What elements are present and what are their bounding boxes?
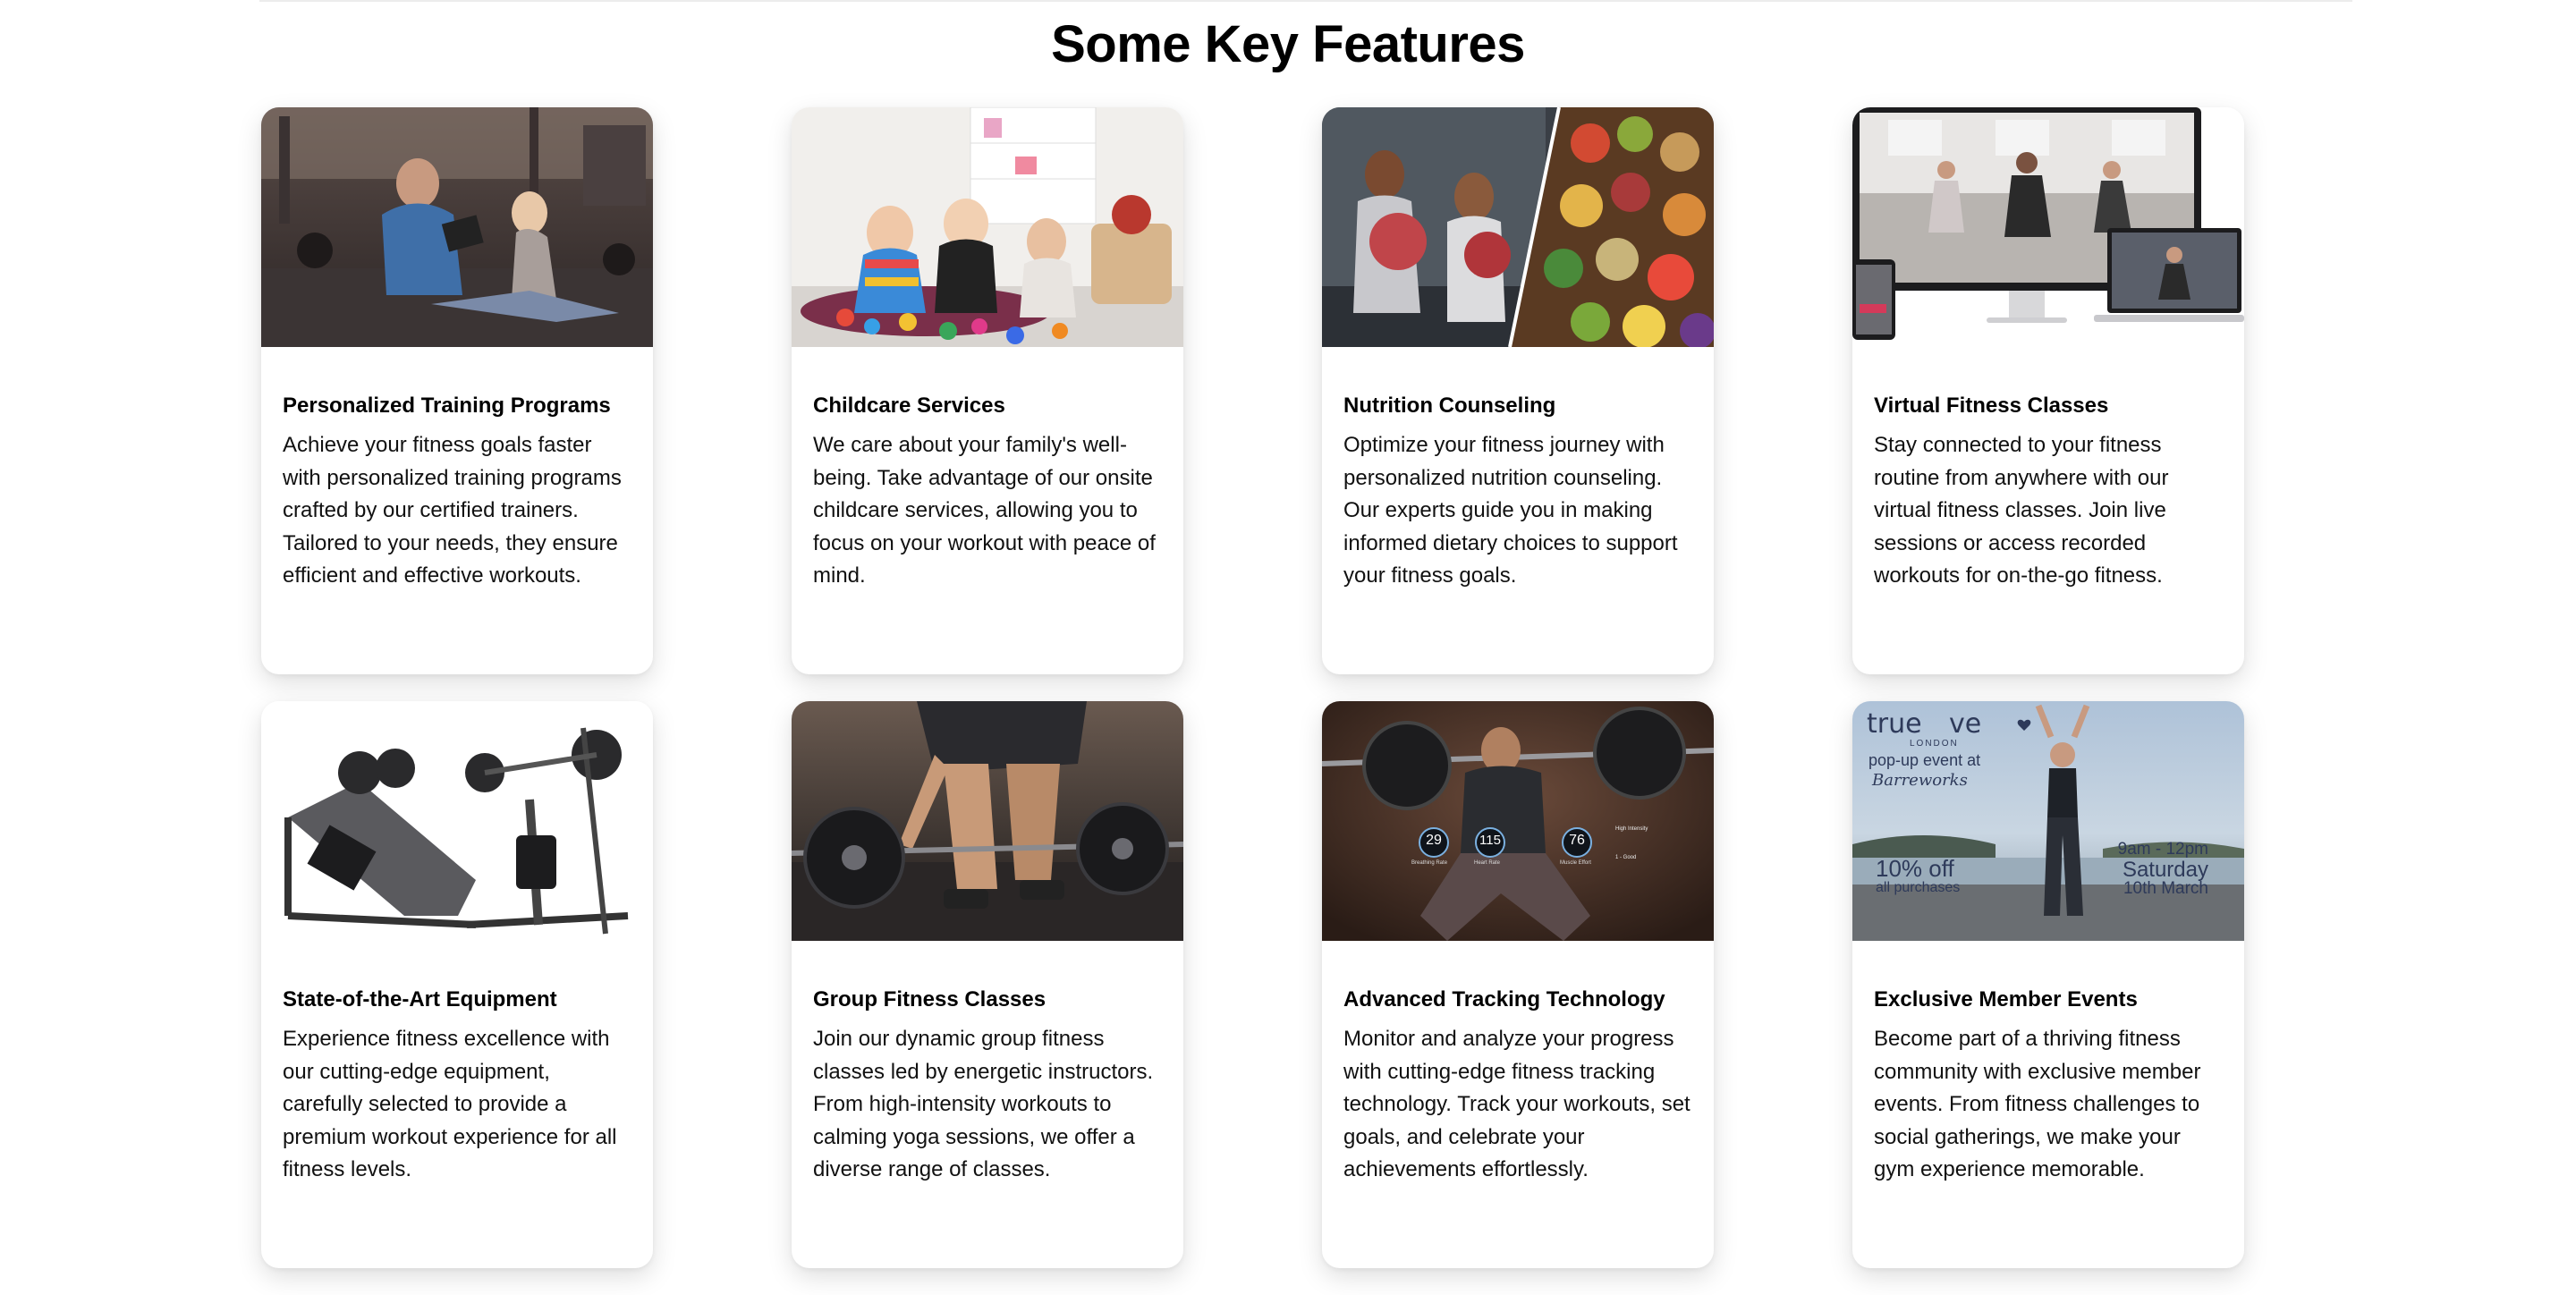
feature-title: Advanced Tracking Technology	[1343, 987, 1665, 1011]
feature-title: Virtual Fitness Classes	[1874, 394, 2109, 418]
children-playing-photo	[792, 107, 1183, 347]
event-poster-photo	[1852, 701, 2244, 941]
feature-description: Join our dynamic group fitness classes l…	[813, 1027, 1154, 1181]
feature-title: State-of-the-Art Equipment	[283, 987, 557, 1011]
deadlift-barbell-photo	[792, 701, 1183, 941]
top-divider	[259, 0, 2352, 2]
feature-title: Exclusive Member Events	[1874, 987, 2138, 1011]
feature-description: Become part of a thriving fitness commun…	[1874, 1027, 2201, 1181]
gym-machines-photo	[261, 701, 653, 941]
feature-description: Experience fitness excellence with our c…	[283, 1027, 617, 1181]
feature-card-nutrition: Nutrition Counseling Optimize your fitne…	[1322, 107, 1714, 674]
feature-description: Stay connected to your fitness routine f…	[1874, 433, 2169, 588]
feature-card-group-classes: Group Fitness Classes Join our dynamic g…	[792, 701, 1183, 1268]
feature-description: Optimize your fitness journey with perso…	[1343, 433, 1678, 588]
section-title: Some Key Features	[1051, 15, 1525, 73]
feature-description: Achieve your fitness goals faster with p…	[283, 433, 622, 588]
feature-card-equipment: State-of-the-Art Equipment Experience fi…	[261, 701, 653, 1268]
trainer-assisting-client-photo	[261, 107, 653, 347]
feature-card-tracking: 29 Breathing Rate 115 Heart Rate 76 Musc…	[1322, 701, 1714, 1268]
feature-card-childcare: Childcare Services We care about your fa…	[792, 107, 1183, 674]
virtual-class-devices-photo	[1852, 107, 2244, 347]
feature-title: Group Fitness Classes	[813, 987, 1046, 1011]
feature-description: Monitor and analyze your progress with c…	[1343, 1027, 1690, 1181]
workout-and-healthy-food-photo	[1322, 107, 1714, 347]
feature-card-personalized-training: Personalized Training Programs Achieve y…	[261, 107, 653, 674]
feature-description: We care about your family's well-being. …	[813, 433, 1156, 588]
feature-title: Personalized Training Programs	[283, 394, 611, 418]
feature-title: Nutrition Counseling	[1343, 394, 1556, 418]
feature-card-virtual-classes: Virtual Fitness Classes Stay connected t…	[1852, 107, 2244, 674]
feature-title: Childcare Services	[813, 394, 1005, 418]
feature-card-member-events: true ve LONDON pop-up event at Barrework…	[1852, 701, 2244, 1268]
squat-with-metrics-photo	[1322, 701, 1714, 941]
